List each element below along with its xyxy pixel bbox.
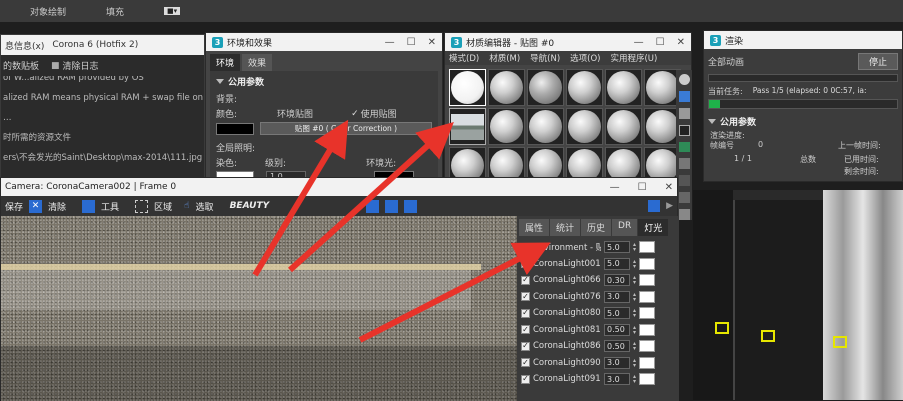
annotation-arrows	[252, 119, 551, 343]
annotation-arrow	[358, 242, 551, 343]
annotation-arrow	[287, 121, 454, 273]
annotation-arrow	[252, 119, 349, 277]
